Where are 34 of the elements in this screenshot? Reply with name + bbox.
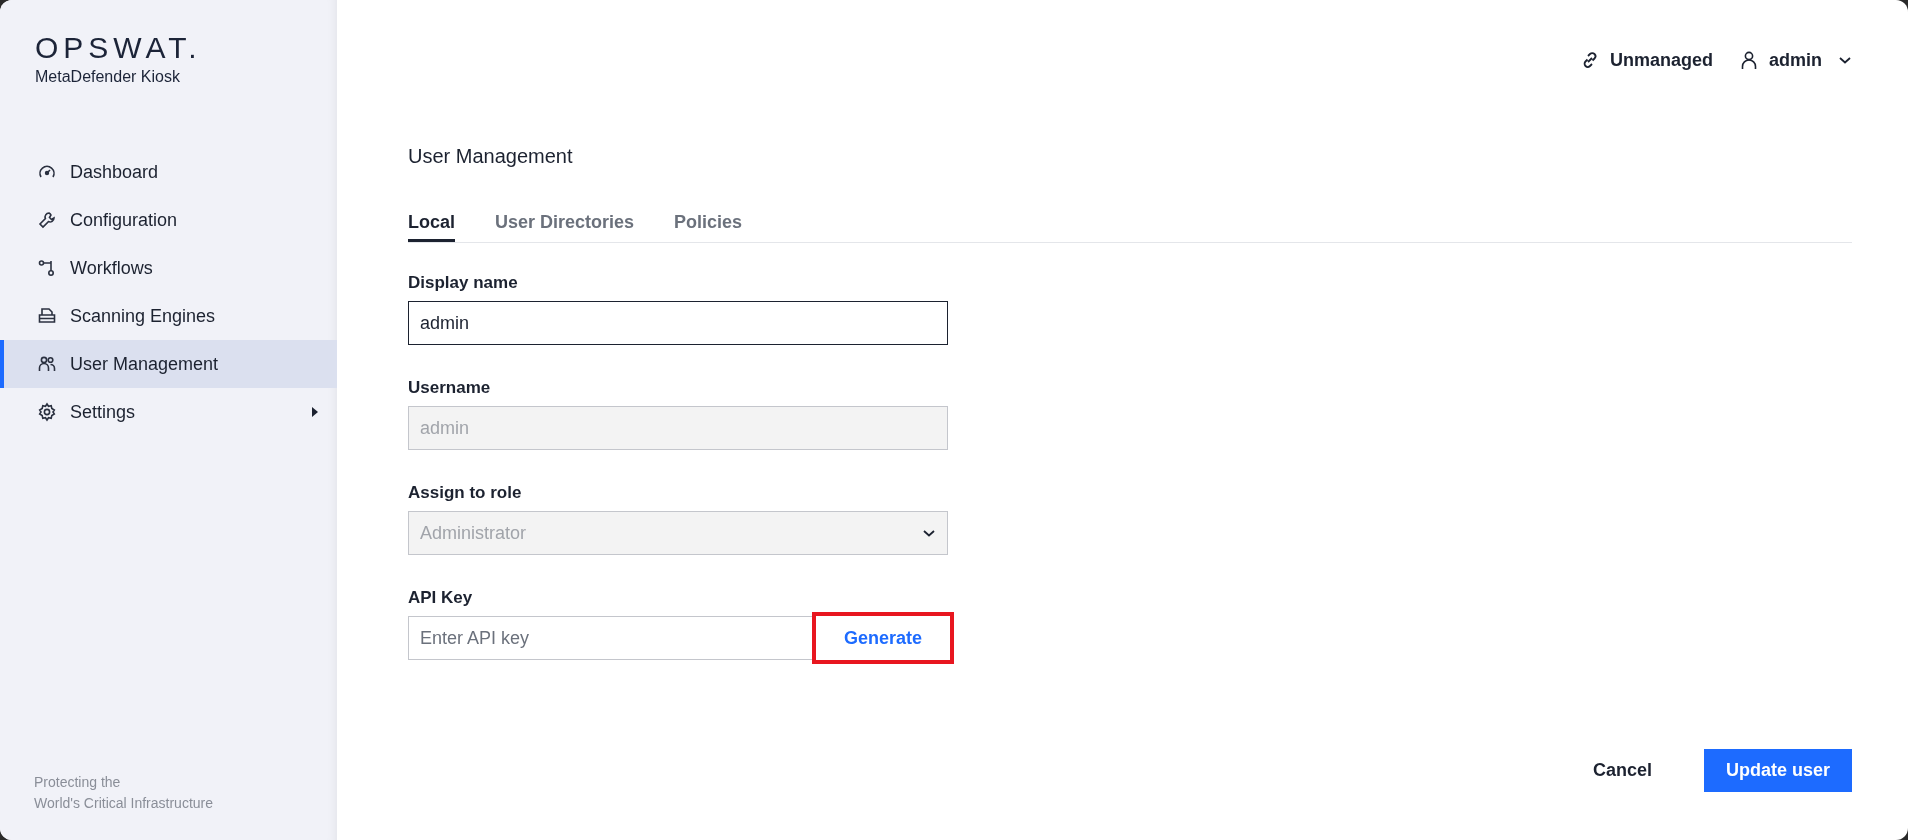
sidebar-item[interactable]: Workflows bbox=[0, 244, 337, 292]
field-label: Assign to role bbox=[408, 483, 523, 503]
scanner-icon bbox=[37, 306, 57, 326]
sidebar-item[interactable]: User Management bbox=[0, 340, 337, 388]
tab[interactable]: User Directories bbox=[495, 212, 635, 242]
page-title: User Management bbox=[408, 144, 574, 168]
tab[interactable]: Policies bbox=[674, 212, 743, 242]
sidebar-item[interactable]: Configuration bbox=[0, 196, 337, 244]
api-key-field[interactable]: Enter API key bbox=[408, 616, 812, 660]
field-label: Display name bbox=[408, 273, 519, 293]
wrench-icon bbox=[37, 210, 57, 230]
cancel-button[interactable]: Cancel bbox=[1560, 748, 1684, 793]
user-menu[interactable]: admin bbox=[1739, 49, 1852, 71]
update-user-button[interactable]: Update user bbox=[1703, 749, 1852, 792]
tab[interactable]: Local bbox=[408, 212, 455, 242]
chevron-down-icon bbox=[1838, 55, 1852, 65]
flow-icon bbox=[37, 258, 57, 278]
settings-icon bbox=[37, 402, 57, 422]
opswat-logo: OPSWAT. bbox=[35, 32, 203, 64]
text-field[interactable]: admin bbox=[408, 301, 948, 345]
product-name: MetaDefender Kiosk bbox=[35, 68, 181, 86]
field-label: Username bbox=[408, 378, 492, 398]
sidebar-item[interactable]: Dashboard bbox=[0, 148, 337, 196]
field-label: API Key bbox=[408, 588, 474, 608]
expand-arrow-icon bbox=[311, 406, 319, 418]
status-link[interactable]: Unmanaged bbox=[1579, 49, 1713, 71]
chevron-down-icon bbox=[922, 528, 936, 538]
users-icon bbox=[37, 354, 57, 374]
sidebar-item[interactable]: Settings bbox=[0, 388, 337, 436]
tagline-text: Protecting the bbox=[34, 773, 122, 792]
tagline-text: World's Critical Infrastructure bbox=[34, 794, 214, 813]
sidebar-item[interactable]: Scanning Engines bbox=[0, 292, 337, 340]
generate-button[interactable]: Generate bbox=[812, 612, 954, 664]
user-icon bbox=[1739, 50, 1759, 70]
